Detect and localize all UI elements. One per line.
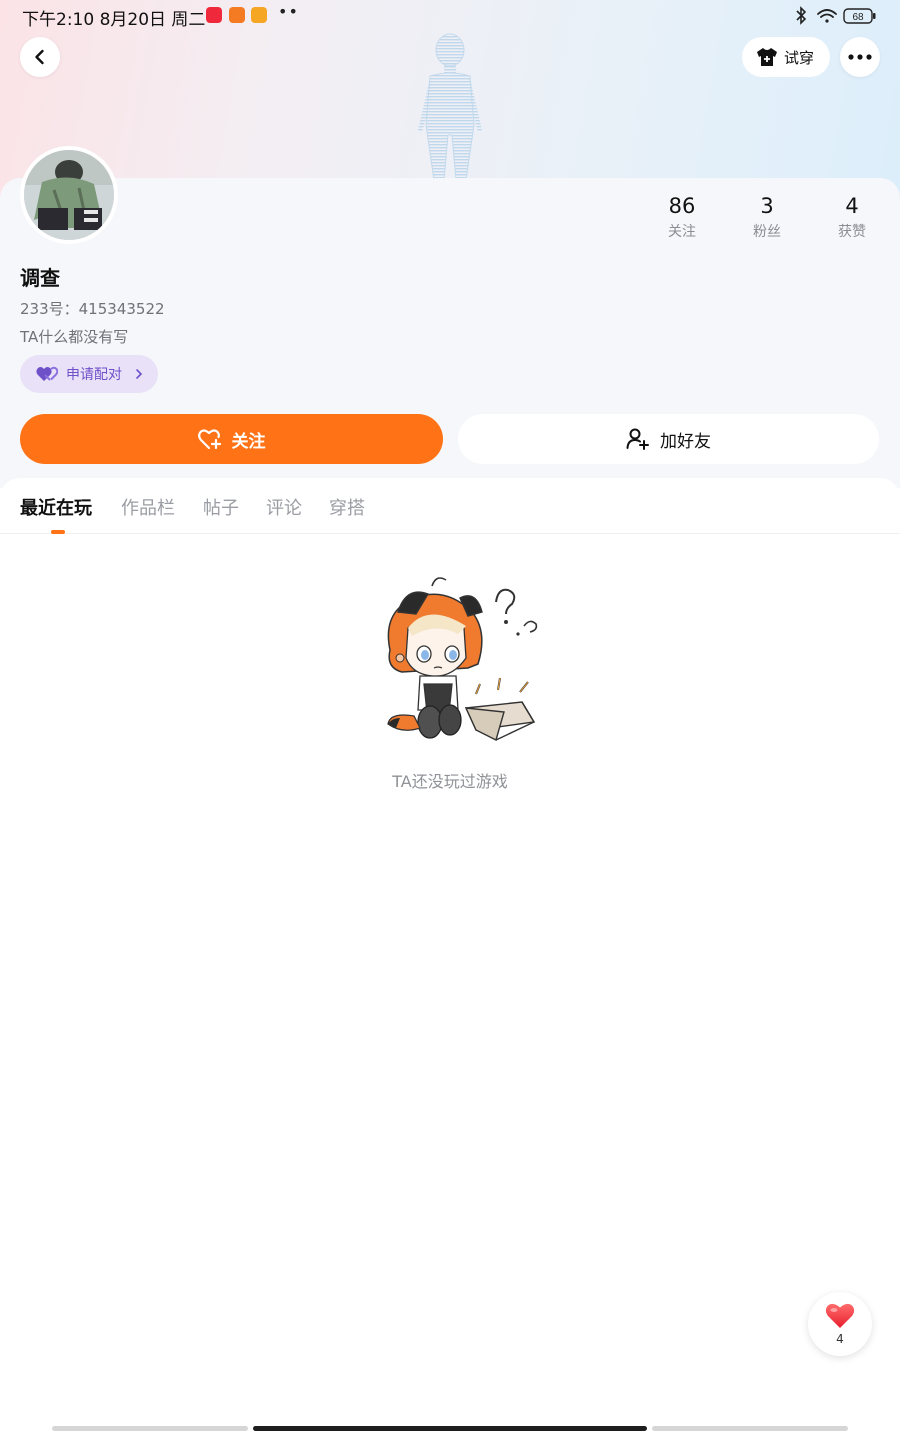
follow-button[interactable]: 关注 — [20, 414, 443, 464]
stat-following-value: 86 — [668, 194, 696, 218]
try-on-button[interactable]: 试穿 — [742, 37, 830, 77]
profile-id-value: 415343522 — [78, 300, 165, 318]
double-heart-icon — [36, 366, 58, 381]
chevron-left-icon — [35, 49, 44, 65]
status-system-icons: 68 — [796, 6, 876, 25]
request-match-button[interactable]: 申请配对 — [20, 355, 158, 393]
try-on-label: 试穿 — [784, 48, 815, 67]
stat-likes-label: 获赞 — [838, 224, 866, 240]
status-overflow-dots: •• — [278, 2, 299, 21]
profile-bio: TA什么都没有写 — [20, 328, 129, 346]
tab-comments[interactable]: 评论 — [266, 494, 302, 520]
scroll-indicator-left — [52, 1426, 248, 1431]
profile-id-row: 233号：415343522 — [20, 298, 165, 319]
add-friend-label: 加好友 — [660, 431, 711, 452]
request-match-label: 申请配对 — [66, 367, 122, 383]
avatar[interactable] — [20, 146, 118, 244]
like-count: 4 — [836, 1332, 844, 1346]
status-time: 下午2:10 8月20日 周二 — [22, 10, 206, 30]
profile-id-label: 233号： — [20, 300, 79, 318]
tab-bar: 最近在玩 作品栏 帖子 评论 穿搭 — [0, 478, 900, 534]
app-notification-icon-red — [206, 7, 222, 23]
empty-state-illustration — [387, 577, 538, 742]
app-notification-icon-yellow — [251, 7, 267, 23]
stat-following-label: 关注 — [668, 224, 696, 240]
follow-label: 关注 — [231, 431, 266, 452]
heart-icon — [825, 1303, 855, 1328]
like-button[interactable]: 4 — [808, 1292, 872, 1356]
scroll-indicator-right — [652, 1426, 848, 1431]
bluetooth-icon — [796, 6, 807, 25]
more-options-button[interactable] — [840, 37, 880, 77]
empty-state-message: TA还没玩过游戏 — [392, 772, 508, 791]
chevron-right-icon — [136, 369, 143, 379]
stat-fans-label: 粉丝 — [753, 224, 781, 240]
avatar-3d-figure — [418, 33, 482, 180]
tab-outfits[interactable]: 穿搭 — [329, 494, 365, 520]
stat-following[interactable]: 86 关注 — [642, 193, 722, 241]
add-friend-icon — [626, 428, 649, 450]
stat-likes-value: 4 — [845, 194, 859, 218]
stat-fans-value: 3 — [760, 194, 774, 218]
profile-name: 调查 — [20, 266, 60, 290]
stat-likes[interactable]: 4 获赞 — [812, 193, 892, 241]
back-button[interactable] — [20, 37, 60, 77]
tab-recently-played[interactable]: 最近在玩 — [20, 494, 92, 520]
heart-plus-icon — [197, 429, 221, 450]
wifi-icon — [817, 9, 837, 23]
tab-posts[interactable]: 帖子 — [203, 494, 239, 520]
tab-works[interactable]: 作品栏 — [121, 494, 175, 520]
add-friend-button[interactable]: 加好友 — [458, 414, 879, 464]
avatar-image — [24, 150, 114, 240]
stat-fans[interactable]: 3 粉丝 — [727, 193, 807, 241]
shirt-icon — [757, 48, 777, 66]
app-notification-icon-orange — [229, 7, 245, 23]
battery-level: 68 — [852, 12, 864, 23]
ellipsis-icon — [848, 54, 872, 60]
active-tab-indicator — [51, 530, 65, 534]
status-bar: 下午2:10 8月20日 周二 •• 68 — [0, 0, 900, 32]
scroll-indicator-thumb[interactable] — [253, 1426, 647, 1431]
